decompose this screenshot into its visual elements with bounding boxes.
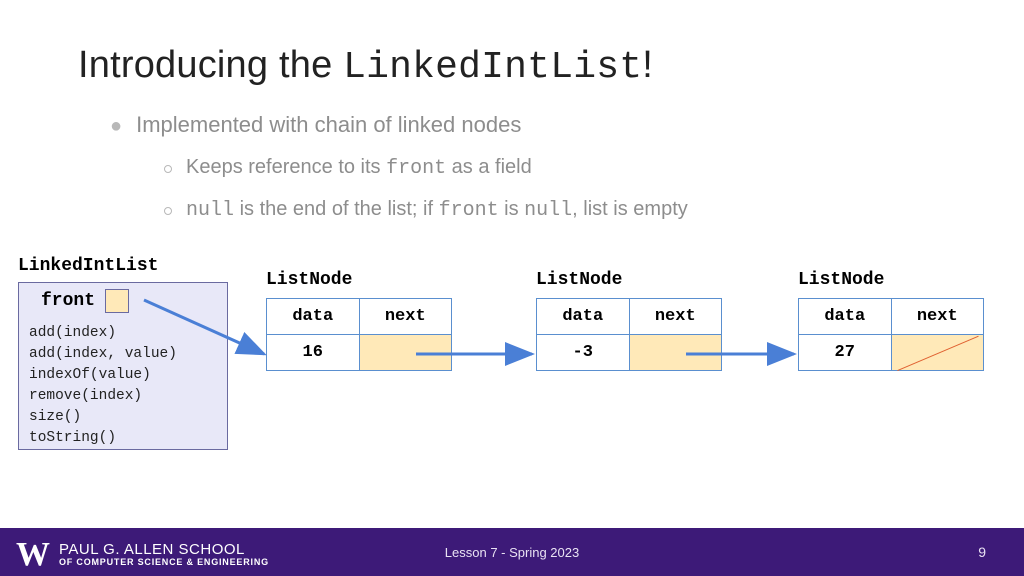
list-node-2: ListNode datanext -3 <box>536 270 722 371</box>
title-code: LinkedIntList <box>343 46 642 89</box>
method: add(index, value) <box>29 344 217 365</box>
header-data: data <box>537 299 630 335</box>
linkedintlist-box: front add(index) add(index, value) index… <box>18 282 228 450</box>
sub-bullet-1-text: Keeps reference to its front as a field <box>186 156 532 180</box>
header-data: data <box>799 299 892 335</box>
diagram: LinkedIntList front add(index) add(index… <box>16 256 1008 486</box>
node-next-cell <box>359 335 452 371</box>
front-field: front <box>41 289 217 313</box>
bullet-ring-icon <box>164 165 172 173</box>
slide-title: Introducing the LinkedIntList! <box>78 44 653 89</box>
bullet-dot-icon: ● <box>110 116 122 136</box>
header-next: next <box>629 299 722 335</box>
node-value: -3 <box>537 335 630 371</box>
class-label: LinkedIntList <box>18 256 158 276</box>
slide-footer: W PAUL G. ALLEN SCHOOL OF COMPUTER SCIEN… <box>0 528 1024 576</box>
slide: Introducing the LinkedIntList! ● Impleme… <box>0 0 1024 576</box>
method: toString() <box>29 428 217 449</box>
method: add(index) <box>29 323 217 344</box>
node-label: ListNode <box>266 270 452 290</box>
sub-bullet-2: null is the end of the list; if front is… <box>164 198 688 222</box>
bullet-ring-icon <box>164 207 172 215</box>
list-node-3: ListNode datanext 27 <box>798 270 984 371</box>
page-number: 9 <box>978 544 986 560</box>
footer-center: Lesson 7 - Spring 2023 <box>0 545 1024 560</box>
method: size() <box>29 407 217 428</box>
title-prefix: Introducing the <box>78 44 343 86</box>
sub-bullet-1: Keeps reference to its front as a field <box>164 156 688 180</box>
node-label: ListNode <box>798 270 984 290</box>
node-next-cell <box>629 335 722 371</box>
school-line2: OF COMPUTER SCIENCE & ENGINEERING <box>59 558 269 567</box>
node-next-cell <box>891 335 984 371</box>
front-label: front <box>41 291 95 311</box>
front-pointer-cell <box>105 289 129 313</box>
bullet-1: ● Implemented with chain of linked nodes <box>110 112 688 138</box>
sub-bullet-2-text: null is the end of the list; if front is… <box>186 198 688 222</box>
node-label: ListNode <box>536 270 722 290</box>
method: remove(index) <box>29 386 217 407</box>
method-list: add(index) add(index, value) indexOf(val… <box>29 323 217 449</box>
null-slash-icon <box>892 335 984 370</box>
header-data: data <box>267 299 360 335</box>
node-table: datanext 16 <box>266 298 452 371</box>
node-value: 16 <box>267 335 360 371</box>
title-suffix: ! <box>642 44 653 86</box>
bullet-list: ● Implemented with chain of linked nodes… <box>110 112 688 240</box>
list-node-1: ListNode datanext 16 <box>266 270 452 371</box>
node-value: 27 <box>799 335 892 371</box>
header-next: next <box>359 299 452 335</box>
node-table: datanext -3 <box>536 298 722 371</box>
header-next: next <box>891 299 984 335</box>
node-table: datanext 27 <box>798 298 984 371</box>
bullet-1-text: Implemented with chain of linked nodes <box>136 112 521 138</box>
method: indexOf(value) <box>29 365 217 386</box>
